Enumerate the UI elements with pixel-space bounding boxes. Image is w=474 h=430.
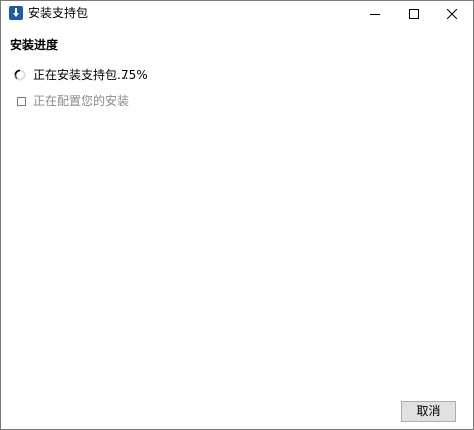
- step-label: 正在配置您的安装: [33, 94, 130, 108]
- installer-window: 安装支持包 安装进度 正在安装支持包... 75% 正在配置您的安装 取消: [0, 0, 474, 430]
- spinner-icon: [14, 69, 26, 81]
- maximize-icon: [409, 9, 419, 19]
- download-icon: [9, 6, 23, 20]
- minimize-button[interactable]: [353, 1, 397, 27]
- progress-percent: 75%: [121, 68, 148, 82]
- title-bar: 安装支持包: [1, 1, 473, 27]
- minimize-icon: [370, 14, 380, 15]
- close-button[interactable]: [430, 1, 474, 27]
- checkbox-icon: [17, 97, 26, 106]
- window-title: 安装支持包: [28, 6, 89, 20]
- cancel-button[interactable]: 取消: [401, 401, 456, 422]
- close-icon: [447, 9, 457, 19]
- section-title: 安装进度: [10, 38, 59, 52]
- step-label: 正在安装支持包...: [33, 68, 129, 82]
